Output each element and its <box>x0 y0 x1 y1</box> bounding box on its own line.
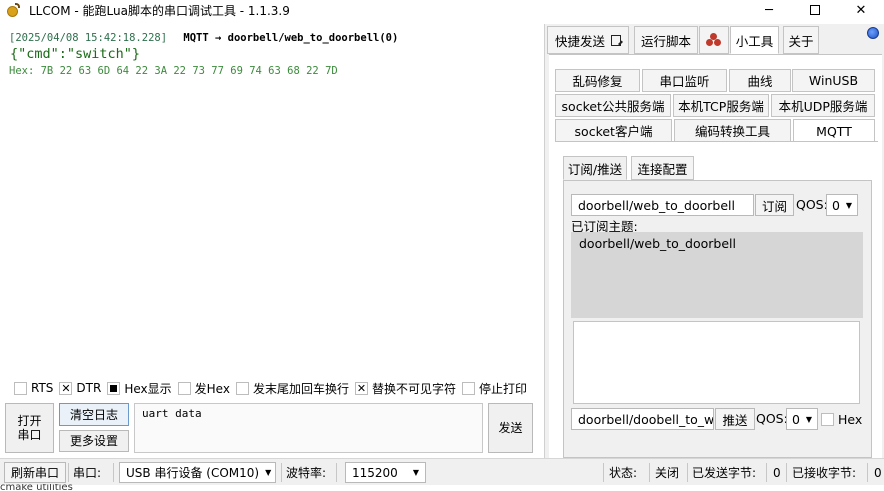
window-title: LLCOM - 能跑Lua脚本的串口调试工具 - 1.1.3.9 <box>29 3 290 18</box>
chevron-down-icon: ▼ <box>845 200 852 210</box>
tab-connection-config[interactable]: 连接配置 <box>631 156 694 180</box>
publish-hex-option[interactable]: Hex <box>821 412 862 427</box>
append-crlf-checkbox[interactable] <box>235 381 249 395</box>
title-bar: LLCOM - 能跑Lua脚本的串口调试工具 - 1.1.3.9 ─ ✕ <box>0 0 884 20</box>
send-hex-option[interactable]: 发Hex <box>177 380 230 397</box>
tab-curve[interactable]: 曲线 <box>729 69 791 92</box>
minimize-icon: ─ <box>765 2 773 18</box>
qos-label: QOS: <box>796 197 828 212</box>
state-label: 状态: <box>609 466 638 480</box>
publish-qos-label: QOS: <box>756 411 788 426</box>
received-bytes-value: 0 <box>874 465 882 480</box>
tab-tools[interactable]: 小工具 <box>730 26 779 54</box>
port-select[interactable]: USB 串行设备 (COM10) ▼ <box>119 462 276 483</box>
list-item[interactable]: doorbell/web_to_doorbell <box>579 236 736 251</box>
subscribed-topics-list[interactable]: doorbell/web_to_doorbell <box>571 232 863 318</box>
status-bar: 刷新串口 串口: USB 串行设备 (COM10) ▼ 波特率: 115200 ▼ … <box>0 458 884 485</box>
hex-display-option[interactable]: Hex显示 <box>107 380 172 397</box>
append-crlf-option[interactable]: 发末尾加回车换行 <box>235 380 349 397</box>
subscribe-topic-input[interactable]: doorbell/web_to_doorbell <box>571 194 754 216</box>
bomb-icon <box>7 3 21 17</box>
tab-run-script[interactable]: 运行脚本 <box>634 26 698 54</box>
tab-udp-server[interactable]: 本机UDP服务端 <box>771 94 875 117</box>
sent-bytes-label: 已发送字节: <box>692 466 757 480</box>
close-icon: ✕ <box>855 2 867 18</box>
replace-invisible-option[interactable]: ✕ 替换不可见字符 <box>354 380 456 397</box>
edit-note-icon <box>611 34 621 46</box>
chevron-down-icon: ▼ <box>805 414 812 424</box>
tab-port-monitor[interactable]: 串口监听 <box>642 69 727 92</box>
brand-logo-icon <box>706 33 722 47</box>
tab-garbled-fix[interactable]: 乱码修复 <box>555 69 640 92</box>
state-value: 关闭 <box>655 466 680 480</box>
send-data-input[interactable]: uart data <box>134 403 483 453</box>
tab-about[interactable]: 关于 <box>783 26 819 54</box>
tab-socket-server[interactable]: socket公共服务端 <box>555 94 671 117</box>
log-console[interactable]: [2025/04/08 15:42:18.228] MQTT → doorbel… <box>1 26 541 378</box>
tab-socket-client[interactable]: socket客户端 <box>555 119 672 142</box>
tab-brand[interactable] <box>699 26 729 54</box>
right-panel: 快捷发送 运行脚本 小工具 关于 乱码修复 串口监听 曲线 WinUSB soc… <box>544 24 884 458</box>
send-button[interactable]: 发送 <box>488 403 533 453</box>
clear-log-button[interactable]: 清空日志 <box>59 403 129 426</box>
options-row: RTS ✕ DTR Hex显示 发Hex 发末尾加回车换行 ✕ 替换不可见字符 停止… <box>14 380 533 396</box>
chevron-down-icon: ▼ <box>265 468 272 477</box>
tab-quick-send[interactable]: 快捷发送 <box>547 26 629 54</box>
replace-invisible-checkbox[interactable]: ✕ <box>354 381 368 395</box>
baud-select[interactable]: 115200 ▼ <box>345 462 426 483</box>
maximize-icon <box>810 5 820 15</box>
log-hex: Hex: 7B 22 63 6D 64 22 3A 22 73 77 69 74… <box>9 65 338 77</box>
log-header: [2025/04/08 15:42:18.228] MQTT → doorbel… <box>9 32 398 44</box>
send-hex-checkbox[interactable] <box>177 381 191 395</box>
rts-checkbox[interactable] <box>14 381 27 395</box>
open-port-button[interactable]: 打开 串口 <box>5 403 54 453</box>
publish-qos-select[interactable]: 0 ▼ <box>786 408 818 430</box>
hex-display-checkbox[interactable] <box>107 381 121 395</box>
tab-tcp-server[interactable]: 本机TCP服务端 <box>673 94 769 117</box>
subscribe-qos-select[interactable]: 0 ▼ <box>826 194 858 216</box>
log-payload: {"cmd":"switch"} <box>10 46 141 62</box>
port-label: 串口: <box>73 466 102 480</box>
dtr-checkbox[interactable]: ✕ <box>59 381 73 395</box>
minimize-button[interactable]: ─ <box>746 0 792 20</box>
background-window-text: cmake utilities <box>0 484 73 491</box>
stop-print-option[interactable]: 停止打印 <box>462 380 527 397</box>
refresh-port-button[interactable]: 刷新串口 <box>4 462 66 483</box>
close-button[interactable]: ✕ <box>838 0 884 20</box>
stop-print-checkbox[interactable] <box>462 381 475 395</box>
tab-winusb[interactable]: WinUSB <box>792 69 875 92</box>
publish-message-input[interactable] <box>573 321 860 404</box>
log-timestamp: [2025/04/08 15:42:18.228] <box>9 32 168 44</box>
globe-icon[interactable] <box>867 27 879 39</box>
received-bytes-label: 已接收字节: <box>792 466 857 480</box>
subscribe-button[interactable]: 订阅 <box>755 194 794 216</box>
log-topic: MQTT → doorbell/web_to_doorbell(0) <box>183 32 399 44</box>
tab-encoding-converter[interactable]: 编码转换工具 <box>674 119 791 142</box>
chevron-down-icon: ▼ <box>412 468 419 477</box>
tab-subscribe-publish[interactable]: 订阅/推送 <box>563 156 627 180</box>
dtr-option[interactable]: ✕ DTR <box>59 381 101 395</box>
sent-bytes-value: 0 <box>773 465 781 480</box>
baud-label: 波特率: <box>286 466 327 480</box>
more-settings-button[interactable]: 更多设置 <box>59 430 129 452</box>
maximize-button[interactable] <box>792 0 838 20</box>
publish-topic-input[interactable]: doorbell/doobell_to_web <box>571 408 714 430</box>
tab-mqtt[interactable]: MQTT <box>793 119 875 143</box>
publish-hex-checkbox[interactable] <box>821 413 834 426</box>
publish-button[interactable]: 推送 <box>715 408 755 430</box>
rts-option[interactable]: RTS <box>14 381 53 395</box>
